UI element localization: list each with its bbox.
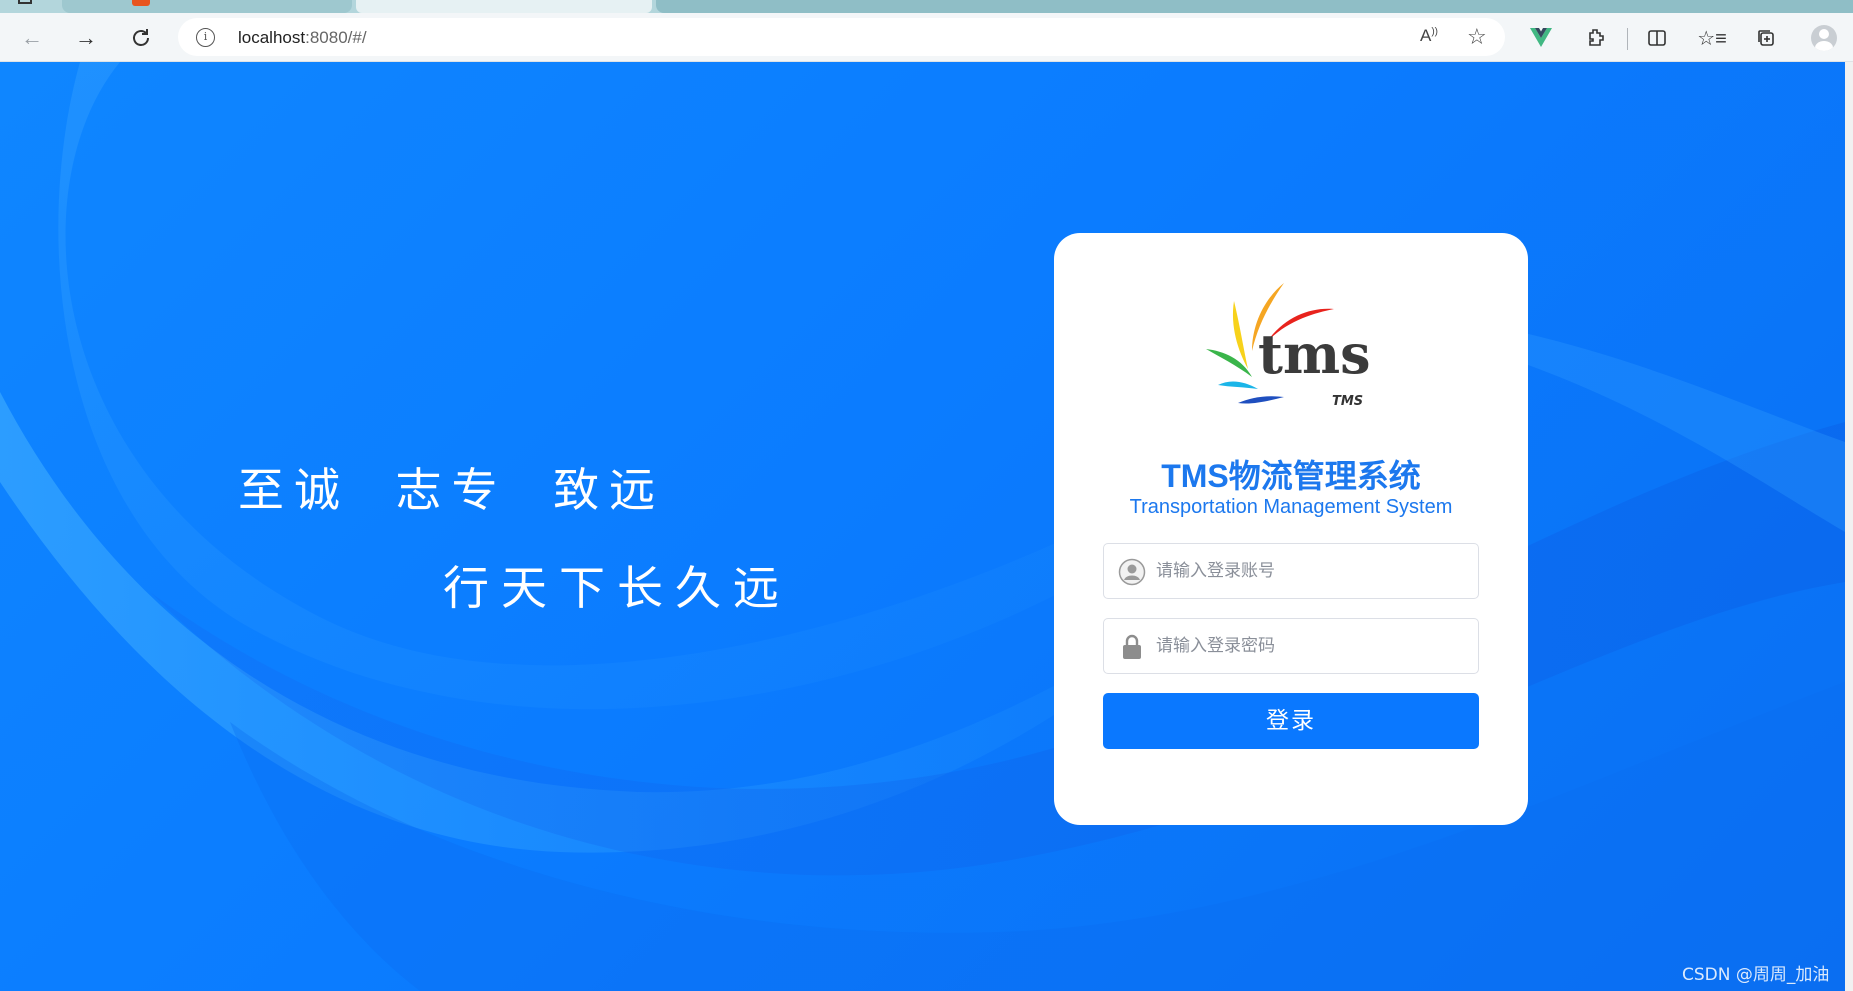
background-waves [0, 62, 1845, 991]
profile-icon[interactable] [1810, 24, 1838, 52]
toolbar-separator [1627, 28, 1628, 50]
tab-active[interactable] [356, 0, 652, 13]
user-icon [1118, 558, 1146, 586]
extensions-icon[interactable] [1582, 24, 1610, 52]
login-card: tms TMS TMS物流管理系统 Transportation Managem… [1054, 233, 1528, 825]
system-title: TMS物流管理系统 [1161, 458, 1421, 494]
svg-text:TMS: TMS [1332, 394, 1363, 409]
url-host: localhost [238, 28, 306, 47]
watermark: CSDN @周周_加油 [1682, 965, 1830, 985]
read-aloud-icon[interactable]: A)) [1420, 26, 1438, 46]
slogan-line-2: 行天下长久远 [443, 562, 791, 614]
url-path: :8080/#/ [305, 28, 367, 47]
address-bar[interactable]: i localhost:8080/#/ A)) ☆ [178, 18, 1505, 56]
svg-text:tms: tms [1258, 322, 1370, 386]
username-input[interactable] [1156, 554, 1466, 588]
collections-icon[interactable] [1752, 24, 1780, 52]
tab-other[interactable] [656, 0, 1853, 13]
tab-strip [0, 0, 1853, 13]
login-button[interactable]: 登录 [1103, 693, 1479, 749]
tab-csdn[interactable] [62, 0, 352, 13]
favorites-icon[interactable]: ☆≡ [1697, 24, 1727, 52]
password-field[interactable] [1103, 618, 1479, 674]
forward-icon[interactable]: → [71, 23, 101, 53]
login-page: 至诚 志专 致远 行天下长久远 tms TMS TMS物流管理系统 Transp… [0, 62, 1845, 991]
csdn-favicon-icon [132, 0, 150, 6]
slogan-line-1: 至诚 志专 致远 [238, 464, 666, 516]
add-favorite-icon[interactable]: ☆ [1467, 24, 1487, 50]
window-icon [18, 0, 32, 4]
tms-logo: tms TMS [1206, 283, 1370, 409]
system-subtitle: Transportation Management System [1129, 496, 1453, 518]
vue-devtools-icon[interactable] [1527, 24, 1555, 52]
url-text[interactable]: localhost:8080/#/ [238, 28, 367, 48]
back-icon[interactable]: ← [17, 23, 47, 53]
split-screen-icon[interactable] [1643, 24, 1671, 52]
username-field[interactable] [1103, 543, 1479, 599]
browser-toolbar: ← → i localhost:8080/#/ A)) ☆ ☆≡ [0, 13, 1853, 62]
password-input[interactable] [1156, 629, 1466, 663]
reload-icon[interactable] [126, 23, 156, 53]
info-icon[interactable]: i [196, 28, 215, 47]
scrollbar[interactable] [1845, 62, 1853, 991]
lock-icon [1123, 634, 1141, 659]
tab-pinned[interactable] [0, 0, 60, 13]
